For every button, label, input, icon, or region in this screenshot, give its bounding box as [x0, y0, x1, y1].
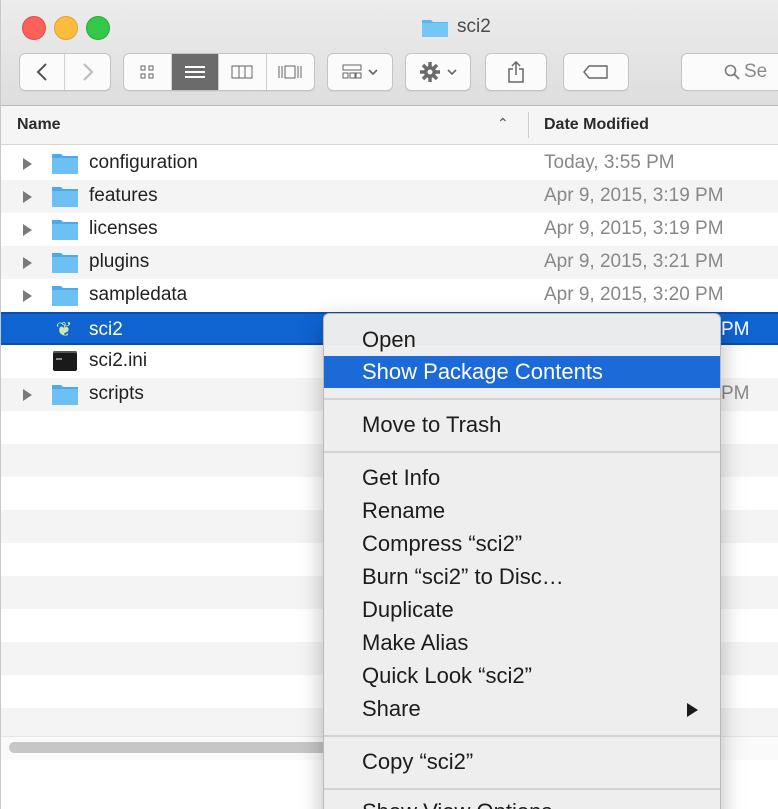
title-bar: sci2 Se: [1, 0, 778, 106]
icon-view-button[interactable]: [124, 54, 172, 90]
forward-button[interactable]: [65, 54, 110, 90]
menu-item-make-alias[interactable]: Make Alias: [324, 627, 720, 659]
column-header-date-modified[interactable]: Date Modified: [544, 116, 649, 134]
coverflow-icon: [278, 65, 302, 79]
disclosure-triangle-icon[interactable]: [23, 257, 32, 269]
menu-item-get-info[interactable]: Get Info: [324, 462, 720, 494]
folder-icon: [52, 154, 78, 174]
file-row-sampledata[interactable]: sampledata Apr 9, 2015, 3:20 PM: [1, 279, 778, 312]
column-divider[interactable]: [528, 112, 529, 138]
menu-separator: [324, 735, 720, 737]
minimize-window-button[interactable]: [54, 16, 78, 40]
chevron-down-icon: [447, 69, 457, 76]
context-menu: Open Show Package Contents Move to Trash…: [323, 313, 721, 809]
finder-window: sci2 Se Name ⌃ Date Modified configurati…: [0, 0, 778, 809]
file-date: Apr 9, 2015, 3:19 PM: [544, 185, 724, 206]
list-lines-icon: [184, 66, 205, 78]
file-name: features: [89, 185, 158, 206]
arrange-segment: [328, 54, 392, 90]
chevron-right-icon: [82, 63, 93, 81]
search-placeholder: Se: [744, 61, 768, 82]
chevron-left-icon: [36, 63, 47, 81]
share-segment: [486, 54, 546, 90]
action-segment: [406, 54, 470, 90]
sort-ascending-icon: ⌃: [497, 115, 509, 131]
folder-icon: [52, 385, 78, 405]
column-header: Name ⌃ Date Modified: [1, 106, 778, 145]
zoom-window-button[interactable]: [86, 16, 110, 40]
chevron-down-icon: [368, 69, 378, 76]
search-field[interactable]: Se: [681, 53, 778, 91]
menu-item-show-view-options[interactable]: Show View Options: [324, 796, 720, 809]
column-header-name[interactable]: Name: [17, 116, 61, 134]
close-window-button[interactable]: [22, 16, 46, 40]
application-icon: ❦: [55, 319, 73, 341]
file-date: Apr 9, 2015, 3:19 PM: [544, 218, 724, 239]
menu-item-compress[interactable]: Compress “sci2”: [324, 528, 720, 560]
navigation-buttons: [19, 53, 111, 91]
file-name: sampledata: [89, 284, 188, 305]
file-name: plugins: [89, 251, 150, 272]
search-icon: [724, 64, 740, 80]
window-title-label: sci2: [457, 16, 491, 37]
menu-item-move-to-trash[interactable]: Move to Trash: [324, 409, 720, 441]
submenu-arrow-icon: [687, 703, 698, 717]
coverflow-view-button[interactable]: [267, 54, 314, 90]
icon-grid-icon: [140, 65, 154, 79]
folder-icon: [422, 20, 448, 37]
menu-item-copy[interactable]: Copy “sci2”: [324, 746, 720, 778]
folder-icon: [52, 220, 78, 240]
disclosure-triangle-icon[interactable]: [23, 290, 32, 302]
menu-item-share[interactable]: Share: [324, 693, 720, 725]
disclosure-triangle-icon[interactable]: [23, 191, 32, 203]
share-icon: [508, 61, 524, 83]
file-row-plugins[interactable]: plugins Apr 9, 2015, 3:21 PM: [1, 246, 778, 279]
tag-button[interactable]: [563, 53, 629, 91]
file-name: sci2.ini: [89, 350, 148, 371]
menu-separator: [324, 788, 720, 790]
arrange-grid-icon: [342, 64, 362, 79]
file-date: PM: [721, 383, 750, 404]
menu-item-share-label: Share: [362, 696, 421, 721]
menu-separator: [324, 451, 720, 453]
disclosure-triangle-icon[interactable]: [23, 389, 32, 401]
menu-item-show-package-contents[interactable]: Show Package Contents: [324, 356, 720, 388]
folder-icon: [52, 187, 78, 207]
file-date: Apr 9, 2015, 3:20 PM: [544, 284, 724, 305]
menu-item-burn-to-disc[interactable]: Burn “sci2” to Disc…: [324, 561, 720, 593]
folder-icon: [52, 253, 78, 273]
menu-item-quick-look[interactable]: Quick Look “sci2”: [324, 660, 720, 692]
file-date: Apr 9, 2015, 3:21 PM: [544, 251, 724, 272]
file-row-configuration[interactable]: configuration Today, 3:55 PM: [1, 147, 778, 180]
file-name: licenses: [89, 218, 158, 239]
list-view-button[interactable]: [171, 54, 219, 90]
file-row-licenses[interactable]: licenses Apr 9, 2015, 3:19 PM: [1, 213, 778, 246]
disclosure-triangle-icon[interactable]: [23, 224, 32, 236]
window-title: sci2: [421, 12, 491, 42]
file-row-features[interactable]: features Apr 9, 2015, 3:19 PM: [1, 180, 778, 213]
menu-item-rename[interactable]: Rename: [324, 495, 720, 527]
tag-segment: [564, 54, 628, 90]
view-mode-group: [123, 53, 315, 91]
menu-item-open[interactable]: Open: [324, 324, 720, 356]
arrange-button[interactable]: [327, 53, 393, 91]
share-button[interactable]: [485, 53, 547, 91]
columns-icon: [231, 65, 253, 79]
file-name: configuration: [89, 152, 198, 173]
action-button[interactable]: [405, 53, 471, 91]
gear-icon: [420, 62, 440, 82]
back-button[interactable]: [20, 54, 66, 90]
terminal-file-icon: [53, 351, 77, 371]
disclosure-triangle-icon[interactable]: [23, 158, 32, 170]
file-date: PM: [721, 319, 750, 340]
horizontal-scrollbar-thumb[interactable]: [9, 742, 329, 753]
folder-icon: [52, 286, 78, 306]
file-date: Today, 3:55 PM: [544, 152, 675, 173]
column-view-button[interactable]: [219, 54, 267, 90]
file-name: scripts: [89, 383, 144, 404]
tag-icon: [583, 65, 608, 79]
menu-item-duplicate[interactable]: Duplicate: [324, 594, 720, 626]
menu-separator: [324, 398, 720, 400]
file-name: sci2: [89, 319, 123, 340]
